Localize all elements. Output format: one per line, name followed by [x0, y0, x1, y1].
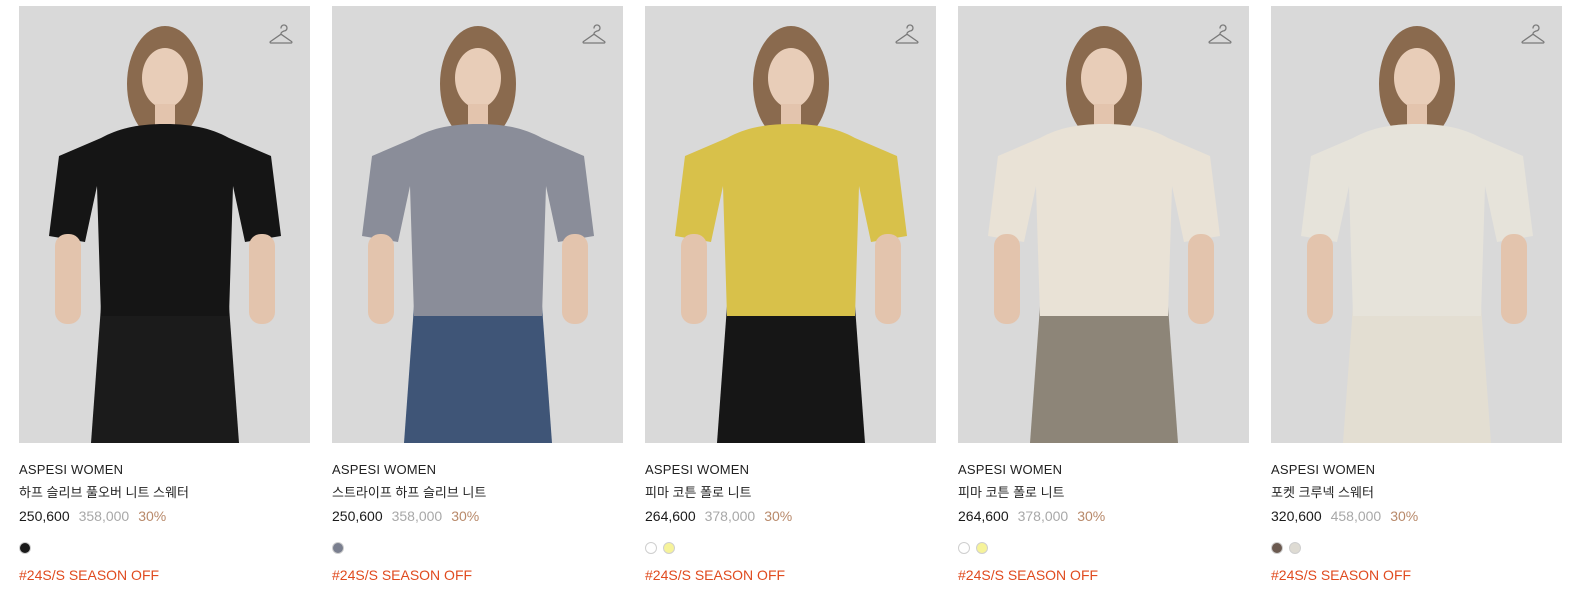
discount-rate: 30% [1390, 508, 1419, 524]
promo-tag[interactable]: #24S/S SEASON OFF [645, 567, 936, 584]
top-garment [49, 124, 281, 316]
price-row: 264,600 378,000 30% [645, 508, 936, 525]
product-image[interactable] [332, 6, 623, 443]
color-swatches [645, 542, 936, 555]
product-image[interactable] [958, 6, 1249, 443]
color-swatch[interactable] [958, 542, 970, 554]
brand-name: ASPESI WOMEN [1271, 462, 1376, 477]
original-price: 358,000 [78, 508, 130, 524]
hanger-icon[interactable] [1520, 22, 1546, 48]
face [1081, 48, 1127, 108]
arm-right [249, 234, 275, 324]
hanger-icon[interactable] [1207, 22, 1233, 48]
color-swatch[interactable] [332, 542, 344, 554]
promo-tag[interactable]: #24S/S SEASON OFF [1271, 567, 1562, 584]
top-garment [362, 124, 594, 316]
price-row: 264,600 378,000 30% [958, 508, 1249, 525]
bottom-garment [404, 306, 552, 443]
sale-price: 264,600 [958, 508, 1009, 524]
arm-left [1307, 234, 1333, 324]
color-swatches [19, 542, 310, 555]
promo-tag[interactable]: #24S/S SEASON OFF [958, 567, 1249, 584]
product-name[interactable]: 스트라이프 하프 슬리브 니트 [332, 484, 623, 501]
face [455, 48, 501, 108]
bottom-garment [91, 306, 239, 443]
sale-price: 250,600 [332, 508, 383, 524]
color-swatch[interactable] [663, 542, 675, 554]
color-swatch[interactable] [976, 542, 988, 554]
face [142, 48, 188, 108]
color-swatches [1271, 542, 1562, 555]
product-name[interactable]: 피마 코튼 폴로 니트 [958, 484, 1249, 501]
product-card-5[interactable]: ASPESI WOMEN 포켓 크루넥 스웨터 320,600 458,000 … [1271, 6, 1562, 584]
arm-left [994, 234, 1020, 324]
sale-price: 264,600 [645, 508, 696, 524]
color-swatch[interactable] [645, 542, 657, 554]
color-swatches [958, 542, 1249, 555]
price-row: 320,600 458,000 30% [1271, 508, 1562, 525]
promo-tag[interactable]: #24S/S SEASON OFF [332, 567, 623, 584]
model-photo [1301, 26, 1533, 443]
arm-right [1188, 234, 1214, 324]
bottom-garment [717, 306, 865, 443]
product-name[interactable]: 피마 코튼 폴로 니트 [645, 484, 936, 501]
model-photo [988, 26, 1220, 443]
face [768, 48, 814, 108]
arm-right [562, 234, 588, 324]
face [1394, 48, 1440, 108]
arm-left [681, 234, 707, 324]
brand-name: ASPESI WOMEN [19, 462, 124, 477]
discount-rate: 30% [764, 508, 793, 524]
discount-rate: 30% [451, 508, 480, 524]
top-garment [675, 124, 907, 316]
color-swatch[interactable] [19, 542, 31, 554]
product-name[interactable]: 하프 슬리브 풀오버 니트 스웨터 [19, 484, 310, 501]
bottom-garment [1343, 306, 1491, 443]
color-swatch[interactable] [1271, 542, 1283, 554]
product-grid: ASPESI WOMEN 하프 슬리브 풀오버 니트 스웨터 250,600 3… [19, 6, 1562, 584]
original-price: 378,000 [704, 508, 756, 524]
model-photo [675, 26, 907, 443]
product-image[interactable] [645, 6, 936, 443]
sale-price: 250,600 [19, 508, 70, 524]
model-photo [362, 26, 594, 443]
product-name[interactable]: 포켓 크루넥 스웨터 [1271, 484, 1562, 501]
original-price: 458,000 [1330, 508, 1382, 524]
brand-name: ASPESI WOMEN [645, 462, 750, 477]
sale-price: 320,600 [1271, 508, 1322, 524]
arm-left [55, 234, 81, 324]
brand-name: ASPESI WOMEN [332, 462, 437, 477]
model-photo [49, 26, 281, 443]
product-card-3[interactable]: ASPESI WOMEN 피마 코튼 폴로 니트 264,600 378,000… [645, 6, 936, 584]
discount-rate: 30% [138, 508, 167, 524]
color-swatches [332, 542, 623, 555]
discount-rate: 30% [1077, 508, 1106, 524]
arm-left [368, 234, 394, 324]
arm-right [875, 234, 901, 324]
bottom-garment [1030, 306, 1178, 443]
top-garment [988, 124, 1220, 316]
arm-right [1501, 234, 1527, 324]
brand-name: ASPESI WOMEN [958, 462, 1063, 477]
original-price: 358,000 [391, 508, 443, 524]
product-image[interactable] [1271, 6, 1562, 443]
product-card-2[interactable]: ASPESI WOMEN 스트라이프 하프 슬리브 니트 250,600 358… [332, 6, 623, 584]
product-card-4[interactable]: ASPESI WOMEN 피마 코튼 폴로 니트 264,600 378,000… [958, 6, 1249, 584]
price-row: 250,600 358,000 30% [332, 508, 623, 525]
hanger-icon[interactable] [268, 22, 294, 48]
hanger-icon[interactable] [894, 22, 920, 48]
product-card-1[interactable]: ASPESI WOMEN 하프 슬리브 풀오버 니트 스웨터 250,600 3… [19, 6, 310, 584]
product-image[interactable] [19, 6, 310, 443]
promo-tag[interactable]: #24S/S SEASON OFF [19, 567, 310, 584]
color-swatch[interactable] [1289, 542, 1301, 554]
price-row: 250,600 358,000 30% [19, 508, 310, 525]
hanger-icon[interactable] [581, 22, 607, 48]
original-price: 378,000 [1017, 508, 1069, 524]
top-garment [1301, 124, 1533, 316]
